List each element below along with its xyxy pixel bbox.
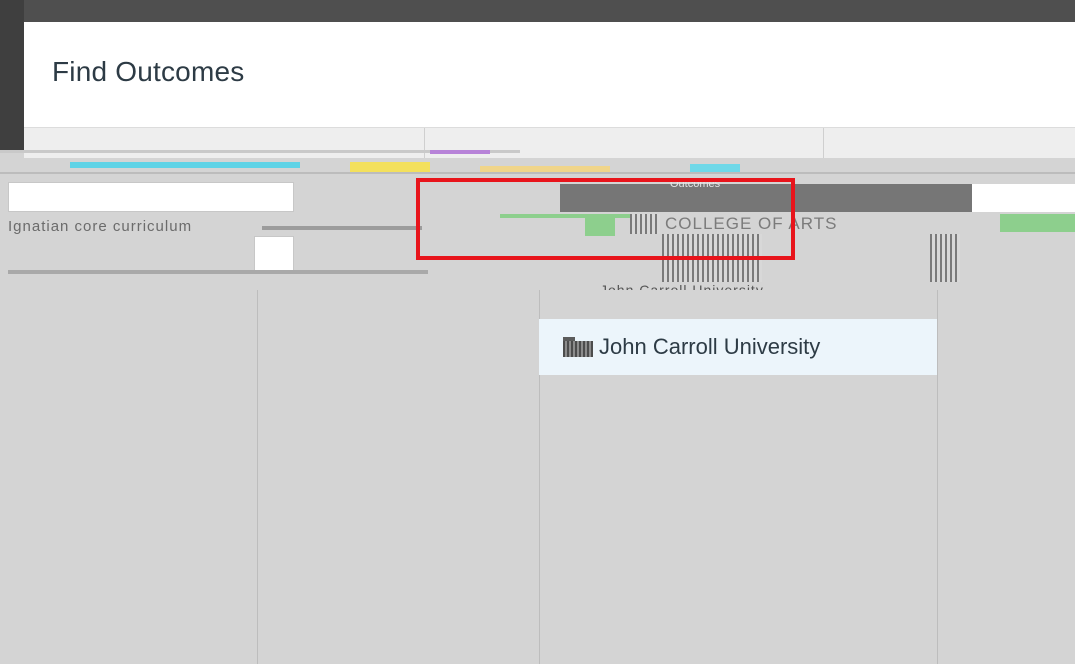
dialog-header: Find Outcomes [24, 22, 1075, 128]
render-artifact [1000, 214, 1075, 232]
render-artifact [262, 226, 422, 230]
modal-backdrop-left [0, 0, 24, 150]
folder-icon [563, 337, 593, 357]
tab-divider [823, 128, 824, 158]
render-artifact [70, 162, 300, 168]
search-text: Ignatian core curriculum [8, 218, 193, 235]
outcome-tab-strip [24, 128, 1075, 158]
outcome-group-label: John Carroll University [599, 334, 821, 359]
search-input-secondary[interactable] [254, 236, 294, 274]
highlight-annotation [416, 178, 795, 260]
dialog-title: Find Outcomes [52, 56, 245, 87]
outcomes-column-2 [258, 290, 539, 664]
find-outcomes-dialog: Find Outcomes Ignatian core curriculum O… [0, 0, 1075, 664]
render-artifact [350, 162, 430, 172]
render-artifact [0, 172, 1075, 174]
outcome-group-item[interactable]: John Carroll University [539, 319, 937, 375]
outcomes-column-1 [8, 290, 257, 664]
render-artifact [930, 234, 960, 282]
header-bar-end [972, 184, 1075, 212]
render-artifact [430, 150, 490, 154]
outcomes-column-4 [938, 290, 1075, 664]
search-input[interactable] [8, 182, 294, 212]
modal-backdrop [0, 0, 1075, 22]
tab-divider [424, 128, 425, 158]
render-artifact [8, 270, 428, 274]
